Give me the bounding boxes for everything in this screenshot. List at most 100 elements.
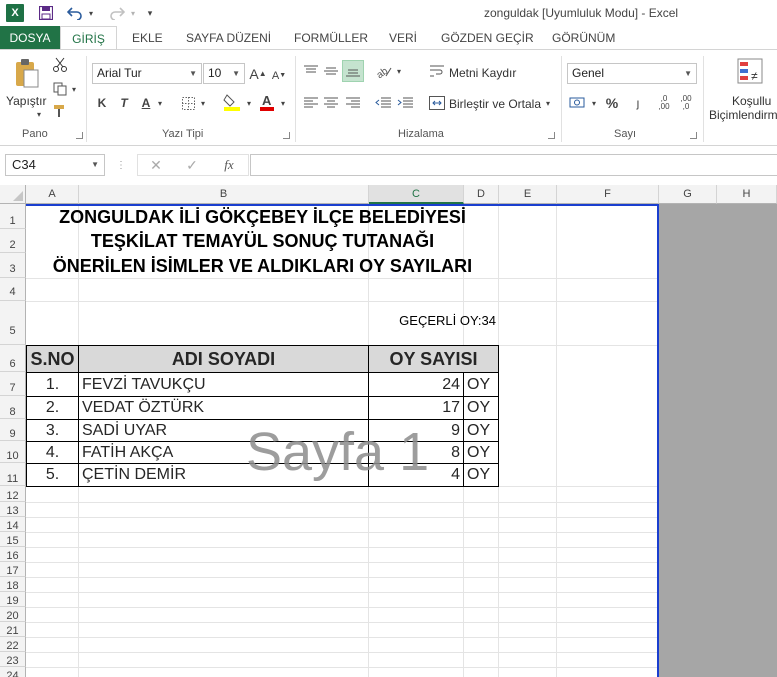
cell-unit[interactable]: OY [463, 441, 499, 464]
clipboard-launcher-icon[interactable] [76, 132, 83, 139]
tab-veri[interactable]: VERİ [389, 26, 417, 50]
row-header[interactable]: 14 [0, 517, 26, 532]
currency-icon[interactable] [568, 94, 588, 112]
cell-unit[interactable]: OY [463, 419, 499, 442]
orientation-icon[interactable]: ab [374, 62, 394, 80]
merge-dropdown-icon[interactable]: ▾ [543, 94, 553, 112]
font-name-box[interactable]: Arial Tur ▼ [92, 63, 202, 84]
cut-icon[interactable] [50, 56, 70, 74]
paste-icon[interactable] [10, 56, 42, 90]
font-size-box[interactable]: 10 ▼ [203, 63, 245, 84]
cell-name[interactable]: FATİH AKÇA [78, 441, 369, 464]
row-header[interactable]: 1 [0, 204, 26, 229]
column-header-e[interactable]: E [499, 185, 557, 204]
column-header-c[interactable]: C [369, 185, 464, 204]
row-header[interactable]: 2 [0, 229, 26, 253]
wrap-text-button[interactable]: Metni Kaydır [449, 66, 516, 80]
tab-ekle[interactable]: EKLE [132, 26, 163, 50]
customize-icon[interactable]: ▾ [144, 4, 156, 22]
redo-icon[interactable] [106, 4, 128, 22]
conditional-label-2[interactable]: Biçimlendirme [709, 108, 777, 122]
orientation-dropdown-icon[interactable]: ▾ [395, 62, 403, 80]
column-header-a[interactable]: A [26, 185, 79, 204]
tab-gozden-gecir[interactable]: GÖZDEN GEÇİR [441, 26, 534, 50]
cell-unit[interactable]: OY [463, 372, 499, 397]
header-sno[interactable]: S.NO [26, 345, 79, 373]
alignment-launcher-icon[interactable] [548, 132, 555, 139]
row-header[interactable]: 7 [0, 372, 26, 396]
row-header[interactable]: 17 [0, 562, 26, 577]
column-header-g[interactable]: G [659, 185, 717, 204]
row-header[interactable]: 15 [0, 532, 26, 547]
row-header[interactable]: 16 [0, 547, 26, 562]
header-name[interactable]: ADI SOYADI [78, 345, 369, 373]
row-header[interactable]: 3 [0, 253, 26, 278]
cell-no[interactable]: 2. [26, 396, 79, 420]
paste-dropdown-icon[interactable]: ▾ [34, 110, 44, 119]
borders-icon[interactable] [180, 94, 196, 112]
tab-formuller[interactable]: FORMÜLLER [294, 26, 368, 50]
row-header[interactable]: 21 [0, 622, 26, 637]
insert-function-icon[interactable]: fx [220, 156, 238, 174]
row-header[interactable]: 10 [0, 441, 26, 463]
row-header[interactable]: 23 [0, 652, 26, 667]
font-launcher-icon[interactable] [283, 132, 290, 139]
align-middle-icon[interactable] [322, 62, 340, 80]
row-header[interactable]: 12 [0, 486, 26, 502]
tab-dosya[interactable]: DOSYA [0, 26, 60, 50]
increase-indent-icon[interactable] [396, 94, 414, 112]
italic-button[interactable]: T [118, 94, 130, 112]
save-icon[interactable] [36, 4, 56, 22]
formula-input[interactable] [250, 154, 777, 176]
comma-style-icon[interactable]: ȷ [628, 94, 648, 112]
name-box[interactable]: C34 ▼ [5, 154, 105, 176]
redo-dropdown-icon[interactable]: ▾ [128, 4, 138, 22]
row-header[interactable]: 19 [0, 592, 26, 607]
cell-votes[interactable]: 4 [368, 463, 464, 487]
cancel-icon[interactable]: ✕ [148, 156, 164, 174]
grow-font-icon[interactable]: A ▲ [249, 63, 266, 84]
column-header-b[interactable]: B [79, 185, 369, 204]
copy-icon[interactable] [50, 80, 70, 98]
paste-label[interactable]: Yapıştır [6, 94, 46, 108]
number-launcher-icon[interactable] [690, 132, 697, 139]
font-color-dropdown-icon[interactable]: ▾ [278, 94, 288, 112]
align-top-icon[interactable] [302, 62, 320, 80]
increase-decimal-icon[interactable]: ,0,00 [654, 94, 674, 112]
cell-votes[interactable]: 8 [368, 441, 464, 464]
tab-sayfa-duzeni[interactable]: SAYFA DÜZENİ [186, 26, 271, 50]
underline-button[interactable]: A [140, 94, 152, 112]
align-right-icon[interactable] [344, 94, 362, 112]
select-all-button[interactable] [0, 185, 26, 204]
row-header[interactable]: 11 [0, 463, 26, 486]
merge-center-icon[interactable] [428, 94, 446, 112]
enter-icon[interactable]: ✓ [184, 156, 200, 174]
column-header-h[interactable]: H [717, 185, 777, 204]
undo-icon[interactable] [64, 4, 86, 22]
valid-votes-cell[interactable]: GEÇERLİ OY:34 [369, 313, 496, 328]
copy-dropdown-icon[interactable]: ▾ [70, 80, 78, 98]
tab-giris[interactable]: GİRİŞ [60, 26, 117, 51]
row-header[interactable]: 4 [0, 278, 26, 301]
borders-dropdown-icon[interactable]: ▾ [198, 94, 208, 112]
cell-no[interactable]: 5. [26, 463, 79, 487]
row-header[interactable]: 5 [0, 301, 26, 345]
column-header-f[interactable]: F [557, 185, 659, 204]
cell-no[interactable]: 3. [26, 419, 79, 442]
merge-center-button[interactable]: Birleştir ve Ortala [449, 97, 541, 111]
sheet-title-2[interactable]: TEŞKİLAT TEMAYÜL SONUÇ TUTANAĞI [26, 230, 499, 253]
cell-votes[interactable]: 24 [368, 372, 464, 397]
cell-unit[interactable]: OY [463, 396, 499, 420]
conditional-formatting-icon[interactable]: ≠ [734, 56, 766, 86]
cell-name[interactable]: SADİ UYAR [78, 419, 369, 442]
column-header-d[interactable]: D [464, 185, 499, 204]
underline-dropdown-icon[interactable]: ▾ [156, 94, 164, 112]
sheet-title-3[interactable]: ÖNERİLEN İSİMLER VE ALDIKLARI OY SAYILAR… [26, 255, 499, 278]
decrease-decimal-icon[interactable]: ,00,0 [676, 94, 696, 112]
align-center-icon[interactable] [322, 94, 340, 112]
cell-no[interactable]: 1. [26, 372, 79, 397]
cell-votes[interactable]: 9 [368, 419, 464, 442]
percent-button[interactable]: % [604, 93, 620, 113]
decrease-indent-icon[interactable] [374, 94, 392, 112]
sheet-title-1[interactable]: ZONGULDAK İLİ GÖKÇEBEY İLÇE BELEDİYESİ [26, 206, 499, 229]
